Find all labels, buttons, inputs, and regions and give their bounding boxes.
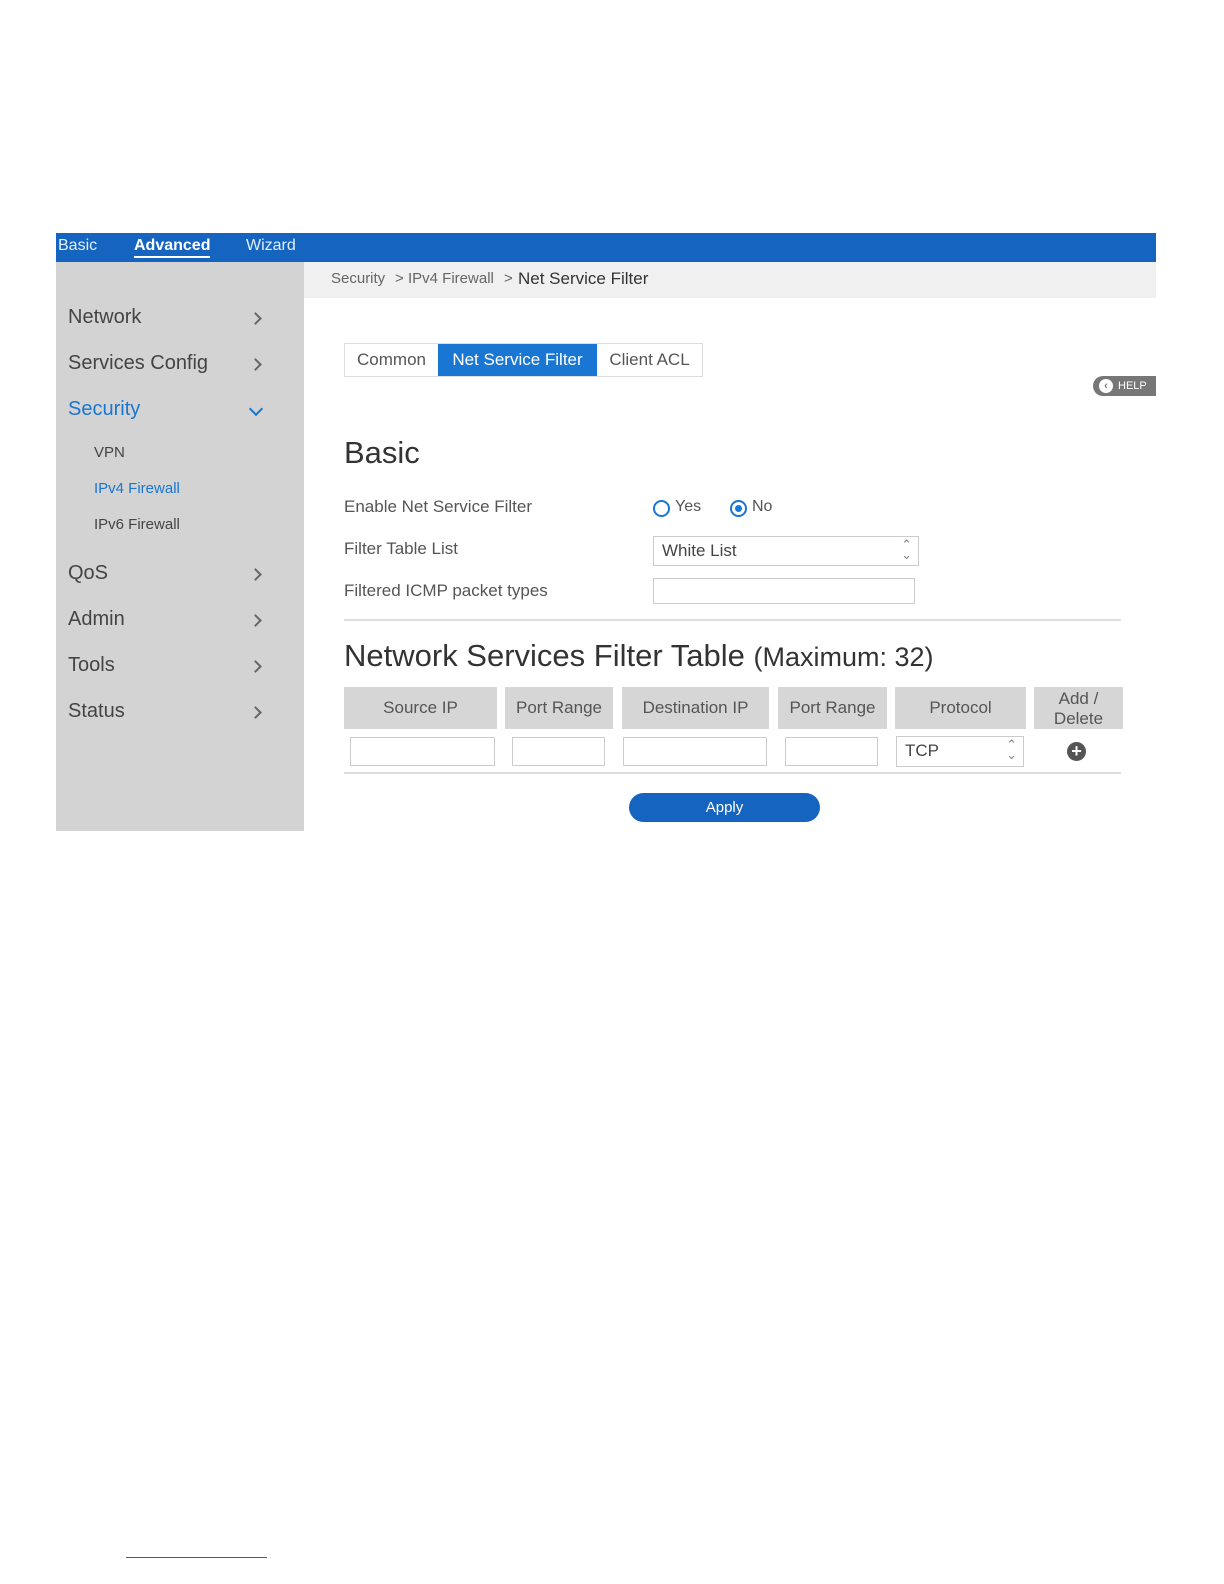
router-admin-app: Basic Advanced Wizard Network Services C… xyxy=(56,233,1156,831)
breadcrumb-current: Net Service Filter xyxy=(518,269,649,288)
tab-client-acl[interactable]: Client ACL xyxy=(597,344,702,376)
breadcrumb-separator: > xyxy=(504,270,513,287)
tab-bar: Common Net Service Filter Client ACL xyxy=(344,343,703,377)
chevron-right-icon xyxy=(249,706,262,719)
column-header-destination-ip: Destination IP xyxy=(622,687,769,729)
breadcrumb: Security > IPv4 Firewall > Net Service F… xyxy=(304,262,1156,298)
sidebar-item-label: Network xyxy=(68,306,142,328)
top-nav-basic[interactable]: Basic xyxy=(58,237,97,255)
enable-net-service-filter-label: Enable Net Service Filter xyxy=(344,497,533,516)
section-heading-filter-table: Network Services Filter Table (Maximum: … xyxy=(344,638,934,674)
breadcrumb-separator: > xyxy=(395,270,404,287)
enable-no-label: No xyxy=(752,498,773,515)
filter-table-list-label: Filter Table List xyxy=(344,539,459,558)
sidebar-item-label: Security xyxy=(68,398,141,420)
protocol-value: TCP xyxy=(905,741,939,760)
updown-arrow-icon: ⌃ ⌄ xyxy=(1006,737,1017,762)
top-nav-bar: Basic Advanced Wizard xyxy=(56,233,1156,262)
chevron-down-icon xyxy=(248,401,264,417)
chevron-right-icon xyxy=(249,358,262,371)
footer-link-underline xyxy=(126,1557,267,1558)
table-bottom-divider xyxy=(344,772,1121,774)
help-label: HELP xyxy=(1118,380,1147,392)
column-header-protocol: Protocol xyxy=(895,687,1026,729)
plus-circle-icon[interactable]: + xyxy=(1067,742,1086,761)
sidebar-subitem-vpn[interactable]: VPN xyxy=(94,444,125,461)
sidebar-item-label: Admin xyxy=(68,608,125,630)
help-button[interactable]: ‹ HELP xyxy=(1093,376,1156,396)
column-header-add-delete: Add / Delete xyxy=(1034,687,1123,729)
filter-table-title: Network Services Filter Table xyxy=(344,638,745,673)
destination-ip-input[interactable] xyxy=(623,737,767,766)
chevron-right-icon xyxy=(249,312,262,325)
destination-port-range-input[interactable] xyxy=(785,737,878,766)
source-port-range-input[interactable] xyxy=(512,737,605,766)
filter-table-maximum: (Maximum: 32) xyxy=(753,642,934,672)
tab-net-service-filter[interactable]: Net Service Filter xyxy=(438,344,597,376)
chevron-right-icon xyxy=(249,614,262,627)
breadcrumb-security[interactable]: Security xyxy=(331,270,385,287)
apply-button[interactable]: Apply xyxy=(629,793,820,822)
column-header-source-ip: Source IP xyxy=(344,687,497,729)
sidebar-subitem-ipv4-firewall[interactable]: IPv4 Firewall xyxy=(94,480,180,497)
section-heading-basic: Basic xyxy=(344,435,420,470)
help-icon: ‹ xyxy=(1099,379,1113,393)
filtered-icmp-input[interactable] xyxy=(653,578,915,604)
sidebar-item-label: Services Config xyxy=(68,352,209,374)
filter-table-list-value: White List xyxy=(662,541,737,560)
sidebar-item-label: Tools xyxy=(68,654,115,676)
updown-arrow-icon: ⌃ ⌄ xyxy=(901,537,912,562)
protocol-select[interactable]: TCP ⌃ ⌄ xyxy=(896,736,1024,767)
top-nav-advanced[interactable]: Advanced xyxy=(134,237,211,258)
column-header-port-range: Port Range xyxy=(778,687,887,729)
filter-table-list-select[interactable]: White List ⌃ ⌄ xyxy=(653,536,919,566)
breadcrumb-ipv4-firewall[interactable]: IPv4 Firewall xyxy=(408,270,494,287)
section-divider xyxy=(344,619,1121,621)
sidebar-item-label: Status xyxy=(68,700,125,722)
source-ip-input[interactable] xyxy=(350,737,495,766)
column-header-port-range: Port Range xyxy=(505,687,613,729)
enable-yes-radio[interactable] xyxy=(653,500,670,517)
filtered-icmp-label: Filtered ICMP packet types xyxy=(344,581,548,600)
sidebar: Network Services Config Security VPN IPv… xyxy=(56,262,304,831)
chevron-right-icon xyxy=(249,568,262,581)
enable-no-radio[interactable] xyxy=(730,500,747,517)
tab-common[interactable]: Common xyxy=(345,344,438,376)
top-nav-wizard[interactable]: Wizard xyxy=(246,237,296,255)
chevron-right-icon xyxy=(249,660,262,673)
enable-yes-label: Yes xyxy=(675,498,702,515)
sidebar-subitem-ipv6-firewall[interactable]: IPv6 Firewall xyxy=(94,516,180,533)
sidebar-item-label: QoS xyxy=(68,562,109,584)
